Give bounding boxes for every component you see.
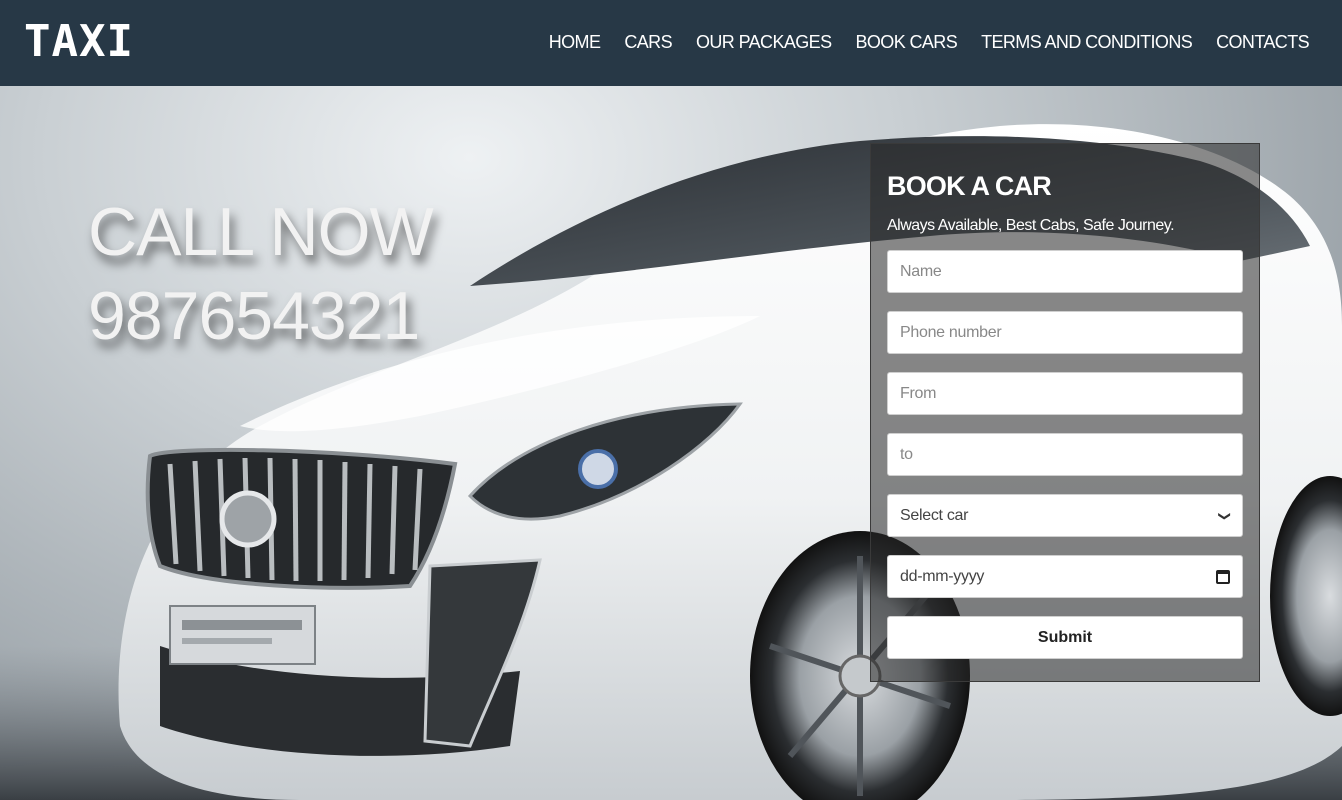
nav-home-link[interactable]: HOME [549,30,601,54]
nav-contacts-link[interactable]: CONTACTS [1216,30,1309,54]
nav-terms-link[interactable]: TERMS AND CONDITIONS [981,30,1193,54]
car-select-value: Select car [900,506,969,524]
nav-cars-link[interactable]: CARS [624,30,672,54]
chevron-down-icon: ❯ [1218,510,1233,521]
date-input[interactable]: dd-mm-yyyy [887,555,1243,598]
name-input[interactable] [887,250,1243,293]
nav-book-cars-link[interactable]: BOOK CARS [855,30,957,54]
booking-form: BOOK A CAR Always Available, Best Cabs, … [870,143,1260,682]
phone-input[interactable] [887,311,1243,354]
booking-subtitle: Always Available, Best Cabs, Safe Journe… [887,217,1175,234]
main-nav: HOME CARS OUR PACKAGES BOOK CARS TERMS A… [549,30,1310,54]
date-placeholder: dd-mm-yyyy [900,567,985,585]
from-input[interactable] [887,372,1243,415]
site-logo[interactable]: TAXI [24,18,134,66]
call-now-text: CALL NOW [88,194,434,270]
nav-packages-link[interactable]: OUR PACKAGES [696,30,832,54]
call-now-banner: CALL NOW 987654321 [88,190,434,358]
phone-number-text[interactable]: 987654321 [88,274,433,358]
top-navbar: TAXI HOME CARS OUR PACKAGES BOOK CARS TE… [0,0,1342,86]
booking-title: BOOK A CAR [887,171,1052,201]
car-select[interactable]: Select car ❯ [887,494,1243,537]
submit-button[interactable]: Submit [887,616,1243,659]
calendar-icon[interactable] [1216,569,1230,584]
to-input[interactable] [887,433,1243,476]
